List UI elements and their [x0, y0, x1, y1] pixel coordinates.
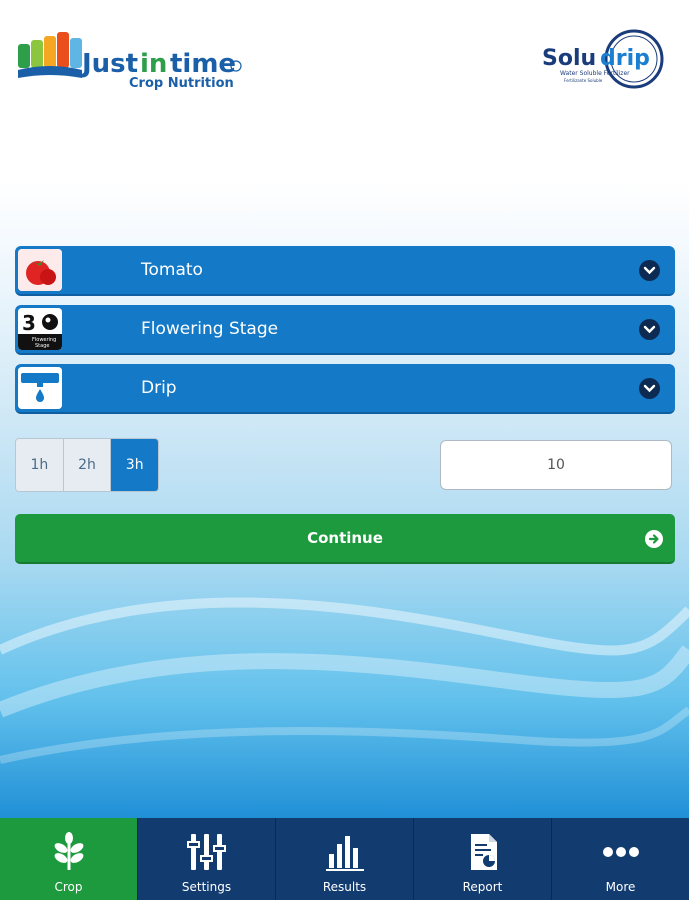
svg-text:Solu: Solu	[542, 46, 596, 71]
hours-option-3h[interactable]: 3h	[111, 439, 158, 491]
continue-label: Continue	[307, 529, 383, 547]
tab-label: Settings	[181, 880, 232, 894]
background-waves	[0, 597, 689, 764]
irrigation-label: Drip	[141, 378, 177, 398]
hours-segmented-control: 1h 2h 3h	[15, 438, 159, 492]
tab-label: Crop	[54, 880, 83, 894]
svg-text:time: time	[170, 49, 236, 79]
tab-report[interactable]: Report	[414, 818, 552, 900]
irrigation-selector[interactable]: Drip	[15, 364, 675, 414]
svg-text:in: in	[140, 49, 167, 79]
stage-label: Flowering Stage	[141, 319, 279, 339]
chevron-down-icon	[639, 378, 660, 399]
sprout-icon	[47, 830, 91, 874]
svg-text:Crop Nutrition: Crop Nutrition	[129, 76, 234, 91]
arrow-right-icon	[645, 530, 663, 548]
tab-crop[interactable]: Crop	[0, 818, 138, 900]
chevron-down-icon	[639, 260, 660, 281]
tab-label: Results	[322, 880, 367, 894]
bar-chart-icon	[323, 830, 367, 874]
hours-option-1h[interactable]: 1h	[16, 439, 64, 491]
flowering-stage-icon: 3 Flowering Stage	[18, 308, 62, 350]
tab-results[interactable]: Results	[276, 818, 414, 900]
svg-text:Just: Just	[80, 49, 138, 79]
svg-text:Water Soluble Fertilizer: Water Soluble Fertilizer	[560, 70, 630, 77]
crop-label: Tomato	[141, 260, 203, 280]
tab-label: More	[605, 880, 636, 894]
stage-selector[interactable]: 3 Flowering Stage Flowering Stage	[15, 305, 675, 355]
tab-settings[interactable]: Settings	[138, 818, 276, 900]
tomato-icon	[18, 249, 62, 291]
sliders-icon	[185, 830, 229, 874]
tab-more[interactable]: More	[552, 818, 689, 900]
justintime-logo: Just in time Crop Nutrition	[16, 26, 248, 92]
chevron-down-icon	[639, 319, 660, 340]
svg-text:Fertilizante Soluble: Fertilizante Soluble	[564, 78, 603, 83]
svg-text:drip: drip	[600, 46, 650, 71]
more-dots-icon	[599, 830, 643, 874]
svg-text:3: 3	[22, 311, 36, 335]
drip-icon	[18, 367, 62, 409]
svg-text:Stage: Stage	[35, 343, 49, 349]
hours-option-2h[interactable]: 2h	[63, 439, 112, 491]
continue-button[interactable]: Continue	[15, 514, 675, 564]
soludrip-logo: Solu drip Water Soluble Fertilizer Ferti…	[540, 28, 672, 90]
tab-label: Report	[462, 880, 503, 894]
quantity-input[interactable]: 10	[440, 440, 672, 490]
report-icon	[461, 830, 505, 874]
crop-selector[interactable]: Tomato	[15, 246, 675, 296]
bottom-tab-bar: Crop Settings Results Report More	[0, 818, 689, 900]
